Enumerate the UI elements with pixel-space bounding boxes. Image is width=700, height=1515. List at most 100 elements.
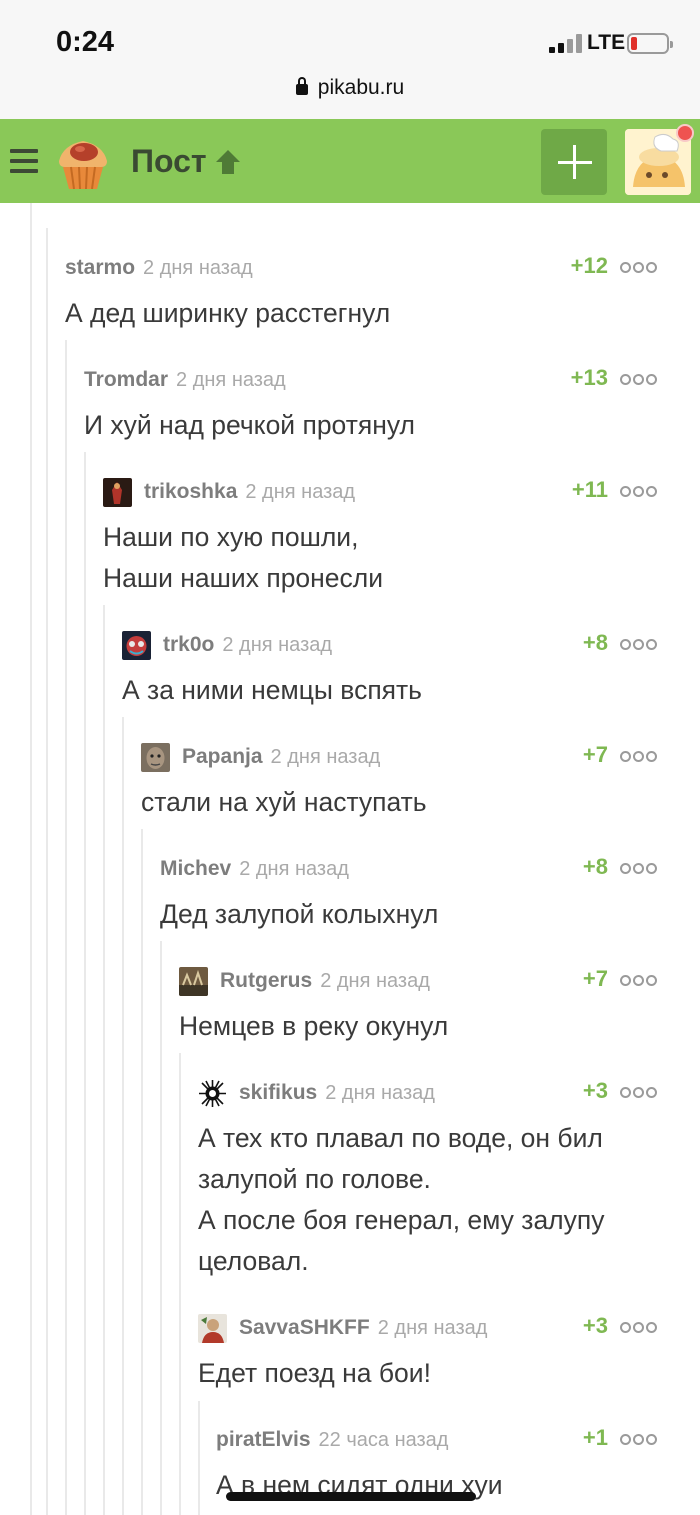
thread-line bbox=[179, 1053, 181, 1515]
comment-username[interactable]: trikoshka bbox=[144, 480, 237, 504]
comment-avatar[interactable] bbox=[122, 630, 151, 660]
comment-avatar[interactable] bbox=[198, 1313, 227, 1343]
comment-username[interactable]: SavvaSHKFF bbox=[239, 1316, 370, 1340]
comment-text: Дед залупой колыхнул bbox=[160, 894, 438, 935]
comment-rating: +12 bbox=[570, 253, 608, 278]
comment-avatar[interactable] bbox=[141, 742, 170, 772]
comment-text: Немцев в реку окунул bbox=[179, 1006, 448, 1047]
thread-line bbox=[65, 340, 67, 1515]
add-post-button[interactable] bbox=[541, 129, 607, 195]
comment-time[interactable]: 2 дня назад bbox=[320, 970, 430, 993]
comment-time[interactable]: 2 дня назад bbox=[143, 257, 253, 280]
comment-username[interactable]: Rutgerus bbox=[220, 969, 312, 993]
comment-username[interactable]: trk0o bbox=[163, 633, 214, 657]
comment-text-line: Наши по хую пошли, bbox=[103, 522, 359, 552]
comment-time[interactable]: 2 дня назад bbox=[222, 634, 332, 657]
comment-text: Наши по хую пошли, Наши наших пронесли bbox=[103, 517, 383, 599]
thread-line bbox=[30, 203, 32, 1515]
thread-line bbox=[141, 829, 143, 1515]
thread-line bbox=[46, 228, 48, 1515]
comment-username[interactable]: starmo bbox=[65, 256, 135, 280]
comment: starmo 2 дня назад +12 А дед ширинку рассте… bbox=[65, 253, 700, 334]
comment-header: Michev 2 дня назад bbox=[160, 854, 700, 884]
comment-text-line: Немцев в реку окунул bbox=[179, 1011, 449, 1041]
comment-avatar[interactable] bbox=[179, 966, 208, 996]
comment-time[interactable]: 22 часа назад bbox=[319, 1429, 449, 1452]
comment: trk0o 2 дня назад +8 А за ними немцы вспять bbox=[122, 630, 700, 711]
lock-icon bbox=[295, 77, 308, 95]
comment-rating: +7 bbox=[582, 742, 608, 767]
more-options-icon[interactable] bbox=[620, 863, 658, 875]
comment-username[interactable]: skifikus bbox=[239, 1081, 317, 1105]
thread-line bbox=[160, 941, 162, 1515]
comment-header: Papanja 2 дня назад bbox=[141, 742, 700, 772]
comment-text-line: И хуй над речкой протянул bbox=[84, 410, 415, 440]
comment: Papanja 2 дня назад +7 стали на хуй наступа… bbox=[141, 742, 700, 823]
comment-time[interactable]: 2 дня назад bbox=[271, 746, 381, 769]
comment-time[interactable]: 2 дня назад bbox=[239, 858, 349, 881]
comment: trikoshka 2 дня назад +11 Наши по хую пошли… bbox=[103, 477, 700, 599]
comment: Tromdar 2 дня назад +13 И хуй над речкой пр… bbox=[84, 365, 700, 446]
comment-username[interactable]: Michev bbox=[160, 857, 231, 881]
comment-time[interactable]: 2 дня назад bbox=[176, 369, 286, 392]
clock: 0:24 bbox=[56, 26, 115, 58]
comment-rating: +13 bbox=[570, 365, 608, 390]
comment-text-line: Наши наших пронесли bbox=[103, 563, 384, 593]
comment-text-line: А тех кто плавал по воде, он бил bbox=[198, 1123, 603, 1153]
more-options-icon[interactable] bbox=[620, 639, 658, 651]
comment-text: А дед ширинку расстегнул bbox=[65, 293, 390, 334]
comment-time[interactable]: 2 дня назад bbox=[325, 1082, 435, 1105]
notification-badge[interactable] bbox=[676, 124, 694, 142]
comment-avatar[interactable] bbox=[198, 1078, 227, 1108]
more-options-icon[interactable] bbox=[620, 751, 658, 763]
comment-text: Едет поезд на бои! bbox=[198, 1353, 431, 1394]
thread-line bbox=[103, 605, 105, 1515]
cupcake-logo-icon[interactable] bbox=[53, 133, 113, 193]
comment-text-line: Едет поезд на бои! bbox=[198, 1358, 431, 1388]
comment: Michev 2 дня назад +8 Дед залупой колыхнул bbox=[160, 854, 700, 935]
home-indicator bbox=[226, 1492, 476, 1501]
comment-text-line: Дед залупой колыхнул bbox=[160, 899, 439, 929]
comment-avatar[interactable] bbox=[103, 477, 132, 507]
status-bar: 0:24 LTE pikabu.ru bbox=[0, 0, 700, 119]
comment-text: И хуй над речкой протянул bbox=[84, 405, 415, 446]
comment-rating: +11 bbox=[571, 477, 608, 502]
comment-time[interactable]: 2 дня назад bbox=[378, 1317, 488, 1340]
more-options-icon[interactable] bbox=[620, 486, 658, 498]
comment-rating: +8 bbox=[582, 630, 608, 655]
comment-header: trk0o 2 дня назад bbox=[122, 630, 700, 660]
comment-text-line: стали на хуй наступать bbox=[141, 787, 427, 817]
more-options-icon[interactable] bbox=[620, 374, 658, 386]
comment: SavvaSHKFF 2 дня назад +3 Едет поезд на бои… bbox=[198, 1313, 700, 1394]
network-type: LTE bbox=[587, 31, 626, 54]
cellular-signal-icon bbox=[549, 34, 582, 53]
battery-icon bbox=[627, 33, 673, 54]
comment-text: А тех кто плавал по воде, он бил залупой … bbox=[198, 1118, 605, 1282]
address-bar[interactable]: pikabu.ru bbox=[0, 76, 700, 100]
comment-rating: +3 bbox=[582, 1313, 608, 1338]
comment-time[interactable]: 2 дня назад bbox=[245, 481, 355, 504]
comment-username[interactable]: Papanja bbox=[182, 745, 263, 769]
more-options-icon[interactable] bbox=[620, 262, 658, 274]
more-options-icon[interactable] bbox=[620, 1322, 658, 1334]
more-options-icon[interactable] bbox=[620, 1087, 658, 1099]
comment-header: trikoshka 2 дня назад bbox=[103, 477, 700, 507]
comment-username[interactable]: piratElvis bbox=[216, 1428, 311, 1452]
comment-text-line: А после боя генерал, ему залупу bbox=[198, 1205, 605, 1235]
menu-icon[interactable] bbox=[10, 149, 38, 173]
comments-list: starmo 2 дня назад +12 А дед ширинку рассте… bbox=[0, 203, 700, 1515]
url-text: pikabu.ru bbox=[317, 76, 405, 99]
comment-rating: +3 bbox=[582, 1078, 608, 1103]
thread-line bbox=[198, 1401, 200, 1515]
battery-level bbox=[631, 37, 637, 50]
comment-username[interactable]: Tromdar bbox=[84, 368, 168, 392]
more-options-icon[interactable] bbox=[620, 1434, 658, 1446]
arrow-up-icon[interactable] bbox=[213, 147, 243, 177]
comment-text-line: А дед ширинку расстегнул bbox=[65, 298, 391, 328]
more-options-icon[interactable] bbox=[620, 975, 658, 987]
thread-line bbox=[122, 717, 124, 1515]
comment-rating: +7 bbox=[582, 966, 608, 991]
comment-rating: +8 bbox=[582, 854, 608, 879]
comment: skifikus 2 дня назад +3 А тех кто плавал по… bbox=[198, 1078, 700, 1282]
comment-text: А за ними немцы вспять bbox=[122, 670, 422, 711]
